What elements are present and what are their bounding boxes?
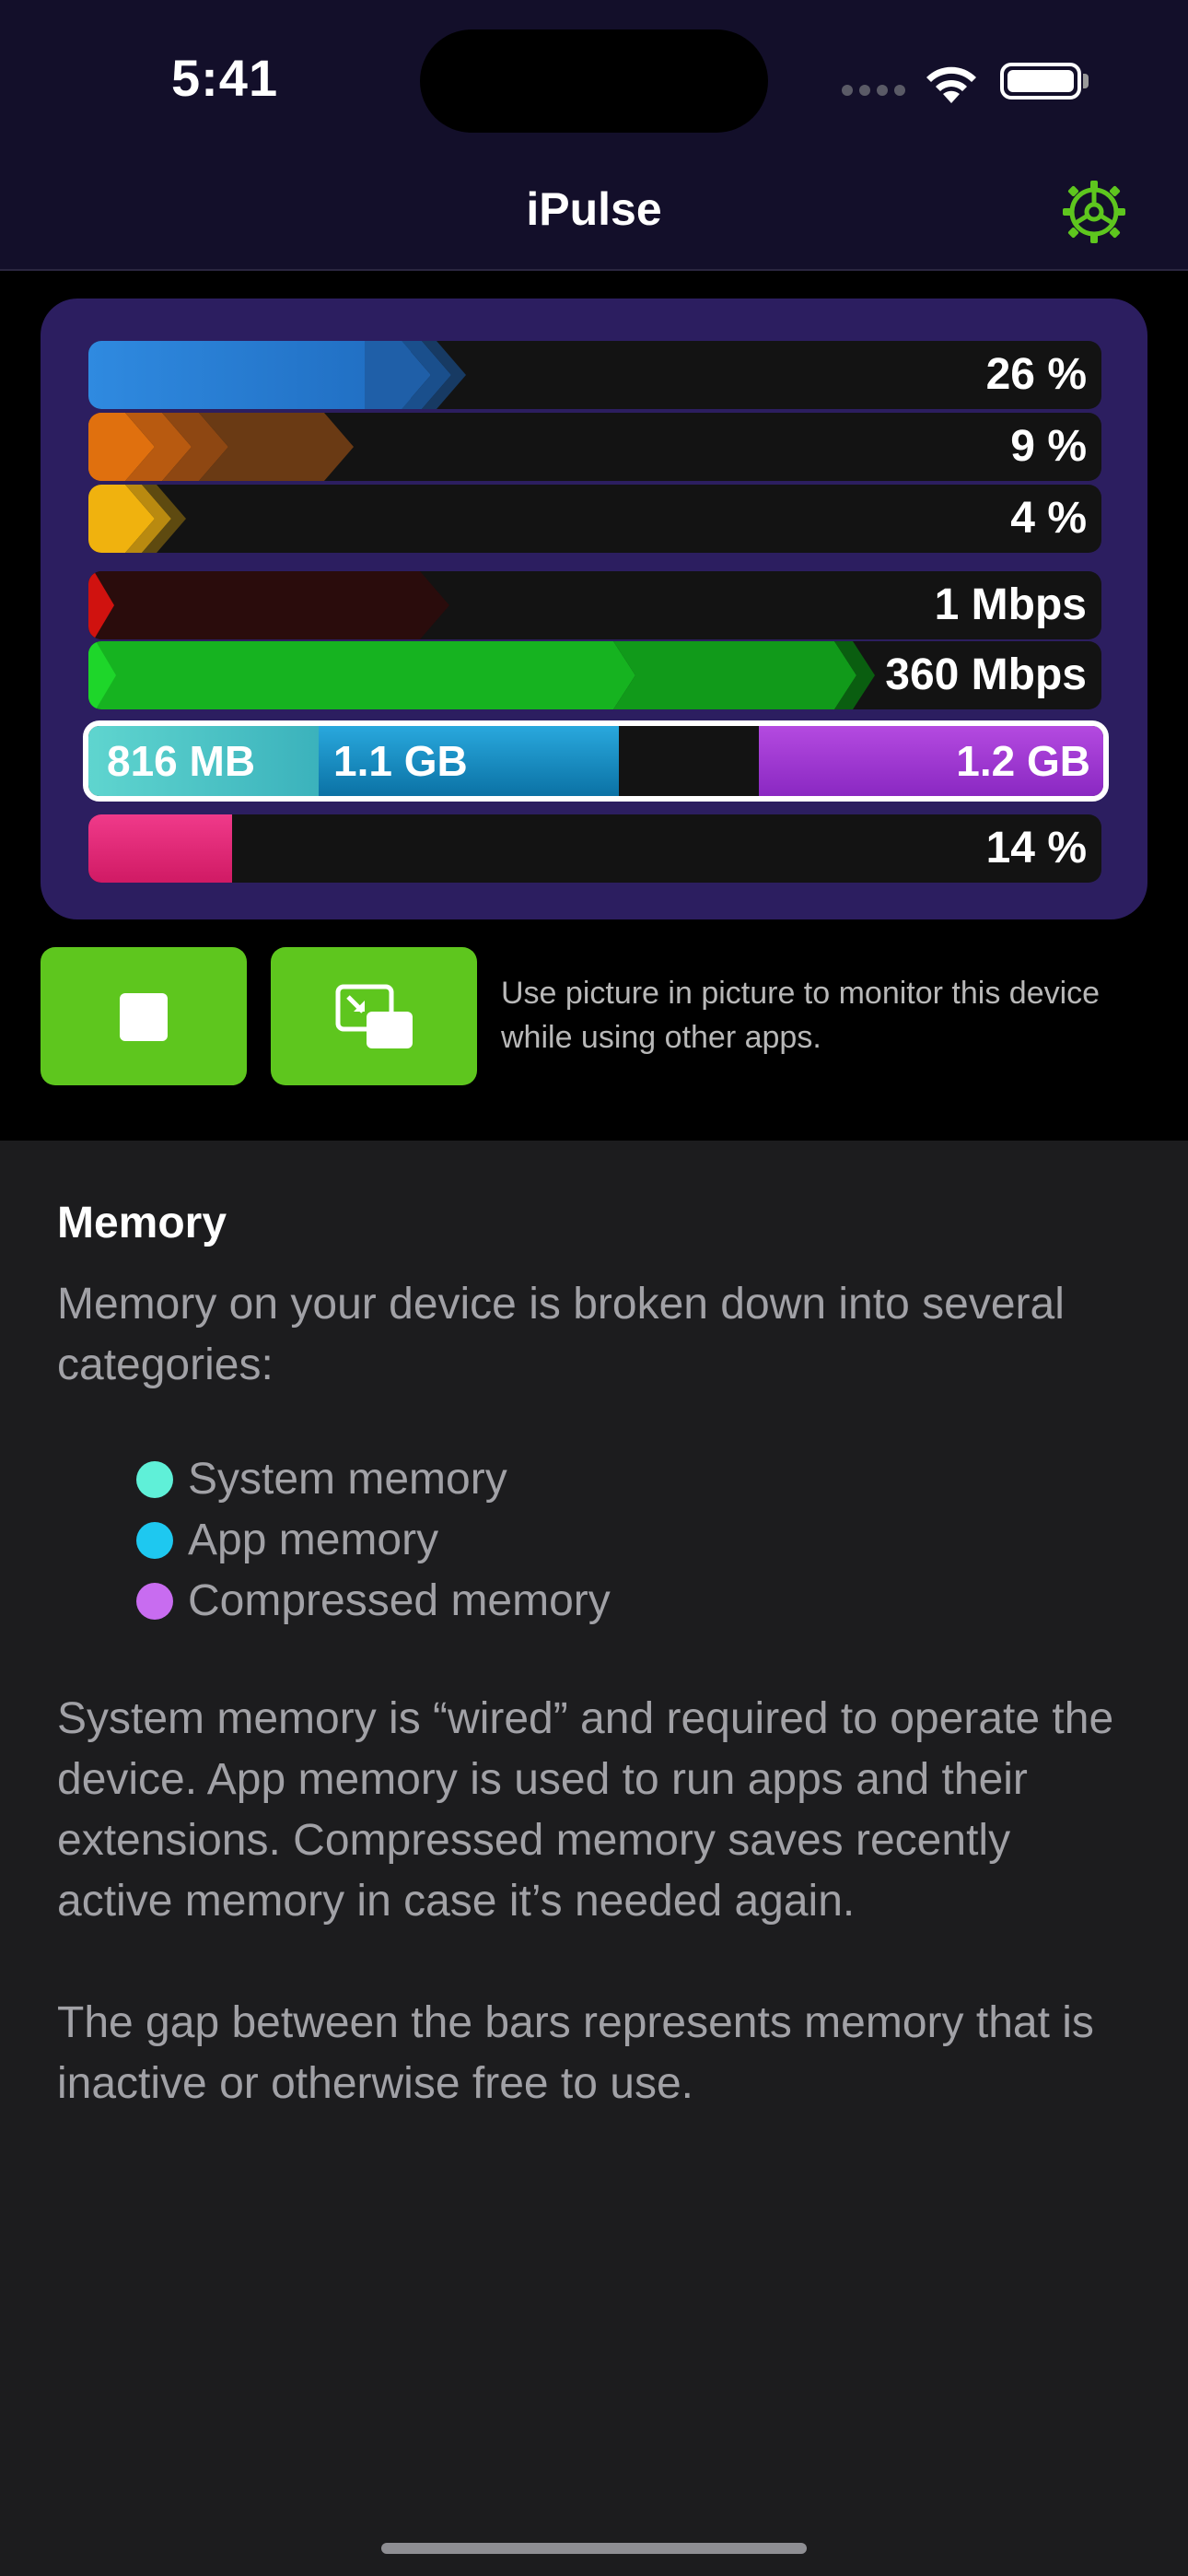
battery-icon xyxy=(1000,63,1081,100)
app-title: iPulse xyxy=(526,183,662,235)
memory-bar: 816 MB 1.1 GB 1.2 GB xyxy=(83,720,1109,802)
storage-bar-label: 14 % xyxy=(985,824,1087,872)
legend-label: Compressed memory xyxy=(188,1576,611,1625)
cpu-bar-1: 26 % xyxy=(88,341,1101,409)
legend-label: App memory xyxy=(188,1516,439,1564)
intro-text: Memory on your device is broken down int… xyxy=(57,1280,1065,1389)
status-time: 5:41 xyxy=(171,49,279,107)
download-bar-chevrons xyxy=(88,641,875,709)
legend-item-app: App memory xyxy=(136,1510,1135,1571)
navigation-bar: iPulse xyxy=(0,147,1188,271)
picture-in-picture-icon xyxy=(335,984,413,1048)
cpu-bar-2: 9 % xyxy=(88,413,1101,481)
cpu-bar-2-label: 9 % xyxy=(1010,422,1087,471)
section-title: Memory xyxy=(57,1199,227,1247)
picture-in-picture-button[interactable] xyxy=(271,947,477,1085)
memory-system-segment: 816 MB xyxy=(88,726,319,796)
download-bar-label: 360 Mbps xyxy=(885,650,1087,699)
battery-cap xyxy=(1083,74,1089,88)
cpu-bar-3-label: 4 % xyxy=(1010,494,1087,543)
legend-item-compressed: Compressed memory xyxy=(136,1571,1135,1632)
stop-button[interactable] xyxy=(41,947,247,1085)
dynamic-island xyxy=(420,29,768,133)
stop-icon xyxy=(120,993,168,1041)
pip-note: Use picture in picture to monitor this d… xyxy=(501,976,1101,1055)
cpu-bar-1-label: 26 % xyxy=(985,350,1087,399)
memory-app-segment: 1.1 GB xyxy=(319,726,619,796)
legend-item-system: System memory xyxy=(136,1449,1135,1510)
gap-note-text: The gap between the bars represents memo… xyxy=(57,1998,1094,2108)
storage-bar: 14 % xyxy=(88,814,1101,883)
download-bar: 360 Mbps xyxy=(88,641,1101,709)
legend-label: System memory xyxy=(188,1455,507,1504)
cpu-bar-3: 4 % xyxy=(88,485,1101,553)
system-memory-dot-icon xyxy=(136,1461,173,1498)
home-indicator[interactable] xyxy=(381,2543,807,2554)
help-section: Memory Memory on your device is broken d… xyxy=(57,1198,1135,2114)
upload-bar: 1 Mbps xyxy=(88,571,1101,639)
details-text: System memory is “wired” and required to… xyxy=(57,1694,1114,1926)
upload-bar-label: 1 Mbps xyxy=(934,580,1087,629)
cpu-bar-1-fill xyxy=(88,341,411,409)
cpu-bar-3-chevrons xyxy=(88,485,186,553)
status-bar: 5:41 xyxy=(0,0,1188,147)
app-memory-dot-icon xyxy=(136,1522,173,1559)
cpu-bar-2-chevrons xyxy=(88,413,354,481)
wifi-icon xyxy=(926,66,976,103)
cellular-signal-icon xyxy=(842,85,906,96)
storage-bar-fill xyxy=(88,814,232,883)
compressed-memory-dot-icon xyxy=(136,1583,173,1620)
upload-bar-chevrons xyxy=(88,571,449,639)
memory-compressed-segment: 1.2 GB xyxy=(759,726,1103,796)
memory-legend: System memory App memory Compressed memo… xyxy=(57,1449,1135,1632)
cpu-bar-1-chevrons xyxy=(365,341,466,409)
gear-icon[interactable] xyxy=(1061,179,1127,245)
